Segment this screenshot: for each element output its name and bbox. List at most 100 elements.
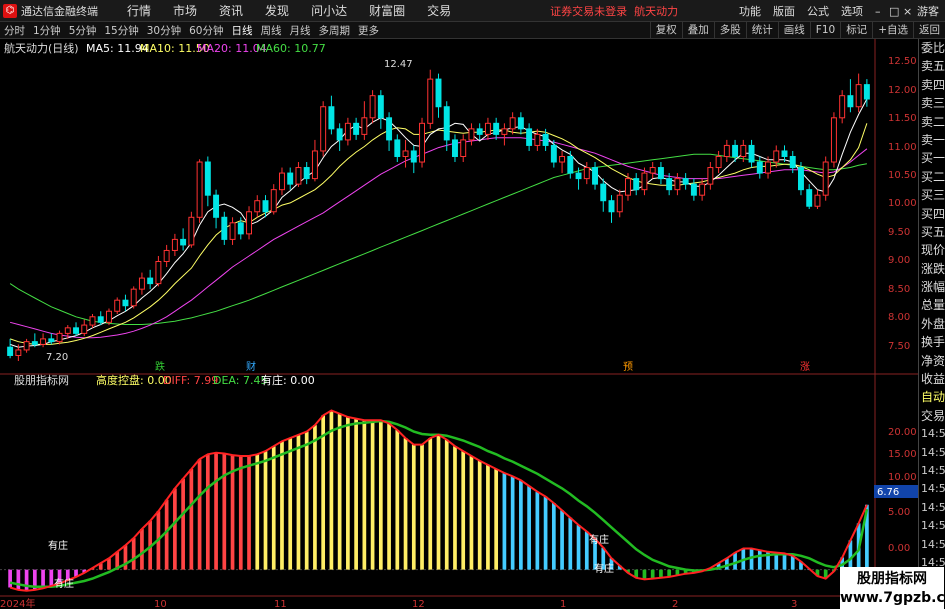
close-icon[interactable]: × [897,5,912,18]
event-tag-rise[interactable]: 涨 [800,361,810,373]
restore-icon[interactable]: □ [883,5,899,18]
indicator-pane [8,409,869,592]
ma20-line [9,137,868,339]
price-tick-9: 8.00 [888,312,910,323]
sidebar-sell4: 卖四 [921,77,945,92]
price-tick-5: 10.00 [888,198,917,209]
period-multi[interactable]: 多周期 [315,23,355,38]
candle-body [386,117,393,141]
period-60min[interactable]: 60分钟 [185,23,227,38]
sidebar-tab-trade[interactable]: 交易 [919,407,945,425]
candle-body [320,106,327,152]
minimize-icon[interactable]: – [869,5,883,18]
sidebar-buy4: 买四 [921,206,945,221]
event-tag-forecast[interactable]: 预 [623,361,633,373]
candle-body [419,122,425,163]
candle-body [484,122,491,135]
candle-body [567,155,574,174]
watermark-line2: www.7gpzb.com [840,590,945,606]
date-label-5: 2 [672,599,678,609]
candle-body [830,117,837,163]
tool-add-watch[interactable]: +自选 [872,22,913,39]
menu-item-ask[interactable]: 问小达 [300,2,358,19]
candle-body [690,183,697,196]
candle-body [682,178,689,185]
candle-body [254,200,261,213]
tool-stats[interactable]: 统计 [745,22,778,39]
candle-body [229,222,236,240]
tool-f10[interactable]: F10 [809,22,840,39]
tool-multi-stock[interactable]: 多股 [713,22,746,39]
candle-body [534,133,541,146]
ma5-line [9,98,868,348]
candle-body [89,316,96,326]
sub-value-marker: 6.76 [877,487,899,498]
candle-body [56,332,63,343]
candle-body [188,216,195,246]
candle-body [863,84,870,100]
menu-item-news[interactable]: 资讯 [208,2,254,19]
tool-adjust[interactable]: 复权 [649,22,682,39]
menu-item-layout[interactable]: 版面 [767,3,801,19]
period-5min[interactable]: 5分钟 [65,23,101,38]
candle-body [295,167,302,185]
candle-body [501,128,508,135]
tool-draw[interactable]: 画线 [777,22,810,39]
period-weekly[interactable]: 周线 [257,23,286,38]
kline-chart[interactable]: 航天动力(日线) MA5: 11.94 MA10: 11.50 MA20: 11… [0,39,918,609]
period-1min[interactable]: 1分钟 [29,23,65,38]
menu-item-options[interactable]: 选项 [835,3,869,19]
candle-body [361,117,368,135]
menu-item-guest[interactable]: 游客 [911,3,945,19]
event-tag-finance[interactable]: 财 [246,360,256,373]
candle-body [468,128,475,141]
sidebar-sell2: 卖二 [921,114,945,129]
period-15min[interactable]: 15分钟 [100,23,142,38]
candle-body [839,95,846,119]
tool-overlay[interactable]: 叠加 [681,22,714,39]
menu-item-formula[interactable]: 公式 [801,3,835,19]
date-label-3: 12 [412,599,425,609]
candle-body [625,178,631,196]
candle-body [246,211,252,235]
sub-tick-1: 15.00 [888,449,917,460]
candle-body [353,122,360,135]
indicator-name-legend: 股朋指标网 [14,373,69,387]
yz-label-2: 有庄 [54,577,74,590]
period-monthly[interactable]: 月线 [286,23,315,38]
event-tag-fall[interactable]: 跌 [155,360,165,373]
candle-body [328,106,335,130]
menu-bar: ⌬ 通达信金融终端 行情 市场 资讯 发现 问小达 财富圈 交易 证券交易未登录… [0,0,945,22]
menu-item-wealth[interactable]: 财富圈 [358,2,416,19]
tool-mark[interactable]: 标记 [840,22,872,39]
period-tick[interactable]: 分时 [0,23,29,38]
candle-body [699,183,706,196]
ma-lines [9,98,868,348]
watermark: 股朋指标网 www.7gpzb.com [840,567,945,609]
menu-item-market[interactable]: 市场 [162,2,208,19]
price-tick-7: 9.00 [888,255,910,266]
candle-body [163,249,170,263]
menu-item-trade[interactable]: 交易 [416,2,462,19]
candle-body [476,128,483,135]
candle-body [509,117,516,130]
tool-back[interactable]: 返回 [913,22,945,39]
menu-item-function[interactable]: 功能 [733,3,767,19]
period-daily[interactable]: 日线 [228,23,257,38]
period-30min[interactable]: 30分钟 [143,23,185,38]
menu-item-quotes[interactable]: 行情 [116,2,162,19]
candle-body [262,200,269,213]
price-tick-2: 11.50 [888,113,917,124]
period-more[interactable]: 更多 [354,23,383,38]
login-status[interactable]: 证券交易未登录 航天动力 [550,3,678,19]
price-tick-0: 12.50 [888,56,917,67]
quote-sidebar: 委比 卖五 卖四 卖三 卖二 卖一 买一 买二 买三 买四 买五 现价 涨跌 涨… [918,39,945,609]
price-tick-3: 11.00 [888,142,917,153]
candle-body [517,117,524,130]
menu-item-discover[interactable]: 发现 [254,2,300,19]
candle-body [781,150,788,157]
candle-body [155,261,162,285]
sidebar-tab-auto[interactable]: 自动 [919,388,945,406]
date-label-4: 1 [560,599,566,609]
candle-body [106,310,112,323]
